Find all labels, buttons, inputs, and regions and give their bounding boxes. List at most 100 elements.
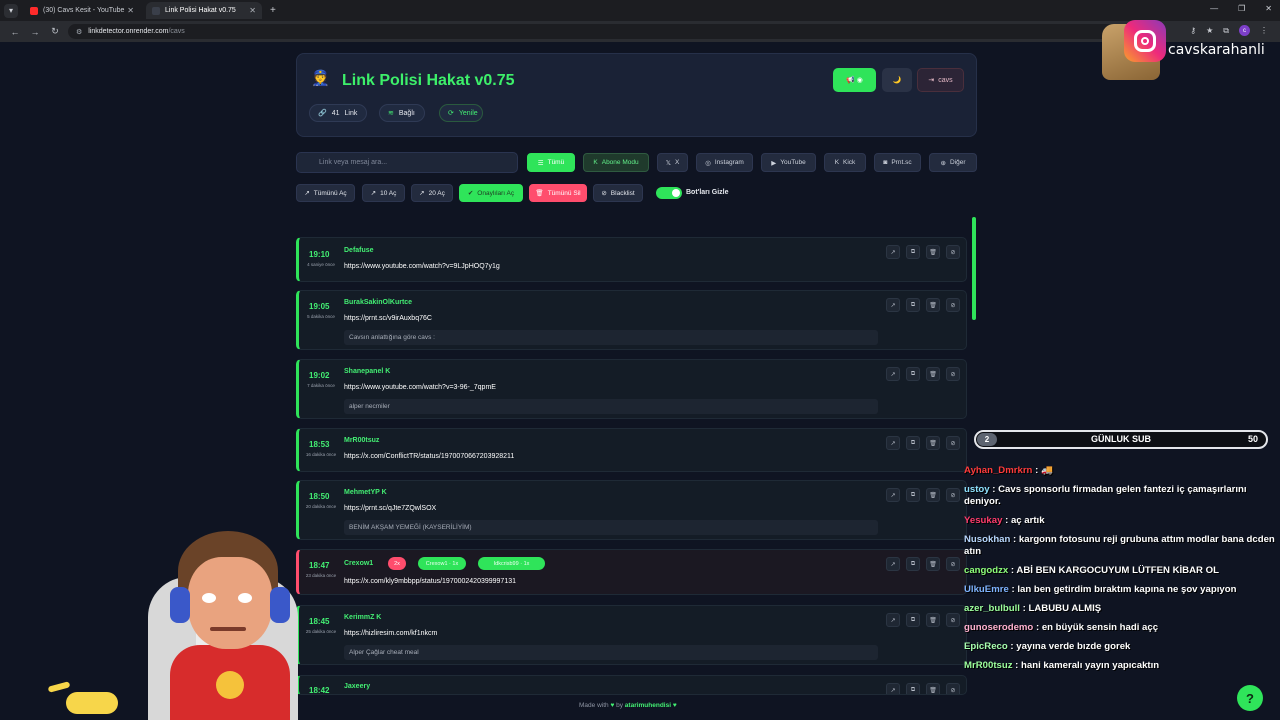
- blacklist-button[interactable]: ⊘ Blacklist: [593, 184, 643, 202]
- kick-sub-icon: K: [381, 489, 387, 496]
- link-count: 41: [331, 109, 340, 117]
- filter-kick[interactable]: K Kick: [824, 153, 866, 172]
- close-icon[interactable]: ✕: [127, 6, 134, 15]
- trash-icon[interactable]: 🗑: [926, 557, 940, 571]
- message-link[interactable]: https://hizliresim.com/kf1nkcm: [344, 630, 437, 637]
- url-field[interactable]: ⚙ linkdetector.onrender.com/cavs: [68, 24, 1158, 39]
- trash-icon[interactable]: 🗑: [926, 298, 940, 312]
- trash-icon[interactable]: 🗑: [926, 488, 940, 502]
- copy-icon[interactable]: ⧉: [906, 488, 920, 502]
- delete-all-button[interactable]: 🗑 Tümünü Sil: [529, 184, 587, 202]
- tab-search-icon[interactable]: ▾: [4, 3, 18, 18]
- chat-message: gunoserodemo : en büyük sensin hadi açç: [964, 622, 1280, 634]
- username: Shanepanel: [344, 368, 384, 375]
- open-external-icon[interactable]: ↗: [886, 557, 900, 571]
- copy-icon[interactable]: ⧉: [906, 683, 920, 694]
- camera-icon: ◙: [883, 159, 888, 166]
- trash-icon[interactable]: 🗑: [926, 367, 940, 381]
- link-card: 18:42 Jaxeery ↗ ⧉ 🗑 ⊘: [296, 675, 967, 695]
- chat-username: gunoserodemo: [964, 622, 1034, 633]
- ban-icon[interactable]: ⊘: [946, 367, 960, 381]
- instagram-overlay: cavskarahanli: [1100, 20, 1280, 80]
- filter-abone-modu[interactable]: K Abone Modu: [583, 153, 649, 172]
- copy-icon[interactable]: ⧉: [906, 613, 920, 627]
- open-10-button[interactable]: ↗ 10 Aç: [362, 184, 405, 202]
- minimize-icon[interactable]: —: [1210, 4, 1218, 13]
- filter-tumu[interactable]: ☰ Tümü: [527, 153, 575, 172]
- card-actions: ↗ ⧉ 🗑 ⊘: [886, 245, 960, 259]
- open-external-icon[interactable]: ↗: [886, 367, 900, 381]
- copy-icon[interactable]: ⧉: [906, 557, 920, 571]
- ban-icon[interactable]: ⊘: [946, 488, 960, 502]
- filter-label: YouTube: [780, 159, 806, 166]
- page-footer: Made with ♥ by atarimuhendisi ♥: [579, 702, 677, 709]
- trash-icon[interactable]: 🗑: [926, 613, 940, 627]
- copy-icon[interactable]: ⧉: [906, 436, 920, 450]
- back-arrow-icon[interactable]: ←: [10, 27, 20, 37]
- window-controls: — ❐ ✕: [1210, 4, 1272, 13]
- footer-author-link[interactable]: atarimuhendisi: [625, 702, 671, 709]
- logout-button[interactable]: ⇥ cavs: [917, 68, 964, 92]
- ban-icon[interactable]: ⊘: [946, 683, 960, 694]
- copy-icon[interactable]: ⧉: [906, 245, 920, 259]
- filter-prntsc[interactable]: ◙ Prnt.sc: [874, 153, 921, 172]
- new-tab-plus-icon[interactable]: +: [270, 5, 276, 16]
- message-link[interactable]: https://prnt.sc/qJte7ZQwlSOX: [344, 505, 436, 512]
- user-tag-badge[interactable]: Crexow1 · 1x: [418, 557, 466, 570]
- stream-status-button[interactable]: 📢 ◉: [833, 68, 876, 92]
- filter-label: Abone Modu: [601, 159, 639, 166]
- trash-icon[interactable]: 🗑: [926, 683, 940, 694]
- help-button[interactable]: ?: [1237, 685, 1263, 711]
- open-approved-button[interactable]: ✔ Onaylıları Aç: [459, 184, 523, 202]
- browser-tab-youtube[interactable]: (30) Cavs Kesit - YouTube ✕: [24, 2, 140, 19]
- trash-icon[interactable]: 🗑: [926, 436, 940, 450]
- open-external-icon[interactable]: ↗: [886, 298, 900, 312]
- refresh-button[interactable]: ⟳ Yenile: [439, 104, 483, 122]
- maximize-icon[interactable]: ❐: [1238, 4, 1245, 13]
- site-info-icon[interactable]: ⚙: [76, 28, 82, 36]
- filter-youtube[interactable]: ▶ YouTube: [761, 153, 816, 172]
- ban-icon[interactable]: ⊘: [946, 245, 960, 259]
- message-link[interactable]: https://x.com/ConflictTR/status/19700706…: [344, 453, 514, 460]
- trash-icon[interactable]: 🗑: [926, 245, 940, 259]
- open-external-icon[interactable]: ↗: [886, 613, 900, 627]
- ban-icon[interactable]: ⊘: [946, 557, 960, 571]
- ban-icon[interactable]: ⊘: [946, 613, 960, 627]
- message-ago: 25 dakika önce: [305, 629, 337, 634]
- copy-icon[interactable]: ⧉: [906, 367, 920, 381]
- reload-icon[interactable]: ↻: [50, 26, 60, 37]
- open-all-button[interactable]: ↗ Tümünü Aç: [296, 184, 355, 202]
- ban-icon[interactable]: ⊘: [946, 436, 960, 450]
- headset-icon: [170, 587, 190, 623]
- message-link[interactable]: https://prnt.sc/v9irAuxbq76C: [344, 315, 432, 322]
- chat-text: : hani kameralı yayın yapıcaktın: [1012, 660, 1160, 671]
- search-input[interactable]: Link veya mesaj ara...: [296, 152, 518, 173]
- card-actions: ↗ ⧉ 🗑 ⊘: [886, 557, 960, 571]
- filter-x[interactable]: 𝕏X: [657, 153, 688, 172]
- forward-arrow-icon[interactable]: →: [30, 27, 40, 37]
- ban-icon[interactable]: ⊘: [946, 298, 960, 312]
- open-external-icon[interactable]: ↗: [886, 683, 900, 694]
- tab-title: (30) Cavs Kesit - YouTube: [43, 7, 125, 14]
- scrollbar-thumb[interactable]: [972, 217, 976, 320]
- message-link[interactable]: https://x.com/kly9mbbpp/status/197000242…: [344, 578, 516, 585]
- open-external-icon[interactable]: ↗: [886, 436, 900, 450]
- chat-text: : 🚚: [1032, 465, 1053, 476]
- open-external-icon[interactable]: ↗: [886, 245, 900, 259]
- link-card-flagged: 18:47 23 dakika önce Crexow1 2x Crexow1 …: [296, 549, 967, 595]
- message-link[interactable]: https://www.youtube.com/watch?v=3-96-_7q…: [344, 384, 496, 391]
- instagram-logo-icon: [1124, 20, 1166, 62]
- close-icon[interactable]: ✕: [249, 6, 256, 15]
- open-external-icon[interactable]: ↗: [886, 488, 900, 502]
- browser-tab-linkpolisi[interactable]: Link Polisi Hakat v0.75 ✕: [146, 2, 262, 19]
- theme-toggle-button[interactable]: 🌙: [882, 68, 912, 92]
- filter-instagram[interactable]: ◎ Instagram: [696, 153, 753, 172]
- open-20-button[interactable]: ↗ 20 Aç: [411, 184, 453, 202]
- close-window-icon[interactable]: ✕: [1265, 4, 1272, 13]
- copy-icon[interactable]: ⧉: [906, 298, 920, 312]
- user-tag-badge[interactable]: Idkcrisb99 · 1x: [478, 557, 545, 570]
- filter-diger[interactable]: ⊕ Diğer: [929, 153, 977, 172]
- hide-bots-toggle[interactable]: [656, 187, 682, 199]
- message-note: Alper Çağlar cheat meal: [344, 645, 878, 660]
- message-link[interactable]: https://www.youtube.com/watch?v=9LJpHOQ7…: [344, 263, 500, 270]
